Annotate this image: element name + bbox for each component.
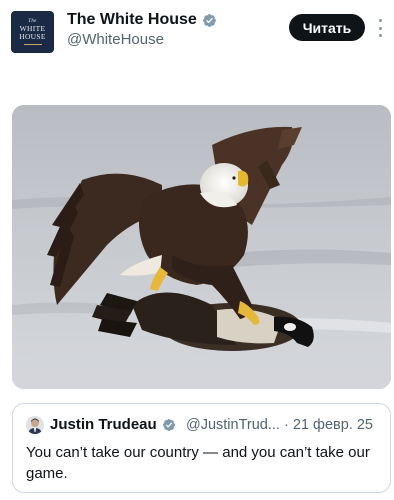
more-dot: [378, 26, 382, 30]
quoted-post-date[interactable]: 21 февр. 25: [293, 417, 373, 433]
quoted-author-handle[interactable]: @JustinTrud...: [186, 417, 280, 433]
quoted-author-display-name[interactable]: Justin Trudeau: [50, 416, 157, 433]
avatar-text-house: HOUSE: [19, 32, 46, 41]
quoted-meta: @JustinTrud... · 21 февр. 25: [186, 417, 373, 433]
post-image[interactable]: [12, 105, 391, 389]
quoted-author-avatar[interactable]: [26, 416, 44, 434]
more-dot: [378, 19, 382, 22]
avatar-rule: [23, 44, 42, 45]
post-header: The WHITE HOUSE The White House @WhiteHo…: [0, 0, 394, 64]
read-button[interactable]: Читать: [289, 14, 365, 41]
more-dot: [378, 34, 382, 37]
author-display-name[interactable]: The White House: [67, 11, 197, 29]
person-icon: [26, 416, 44, 434]
quoted-author-name-row[interactable]: Justin Trudeau: [50, 416, 176, 433]
author-name-row[interactable]: The White House: [67, 11, 217, 29]
more-vertical-icon[interactable]: [377, 19, 383, 37]
eagle-goose-photo: [12, 105, 391, 389]
author-avatar[interactable]: The WHITE HOUSE: [11, 11, 54, 53]
meta-separator: ·: [284, 417, 289, 433]
quoted-post-text: You can’t take our country — and you can…: [26, 444, 370, 482]
verified-badge-icon: [202, 13, 216, 27]
author-handle[interactable]: @WhiteHouse: [67, 31, 164, 48]
verified-badge-icon: [162, 418, 175, 431]
quoted-post[interactable]: Justin Trudeau @JustinTrud... · 21 февр.…: [12, 403, 391, 493]
